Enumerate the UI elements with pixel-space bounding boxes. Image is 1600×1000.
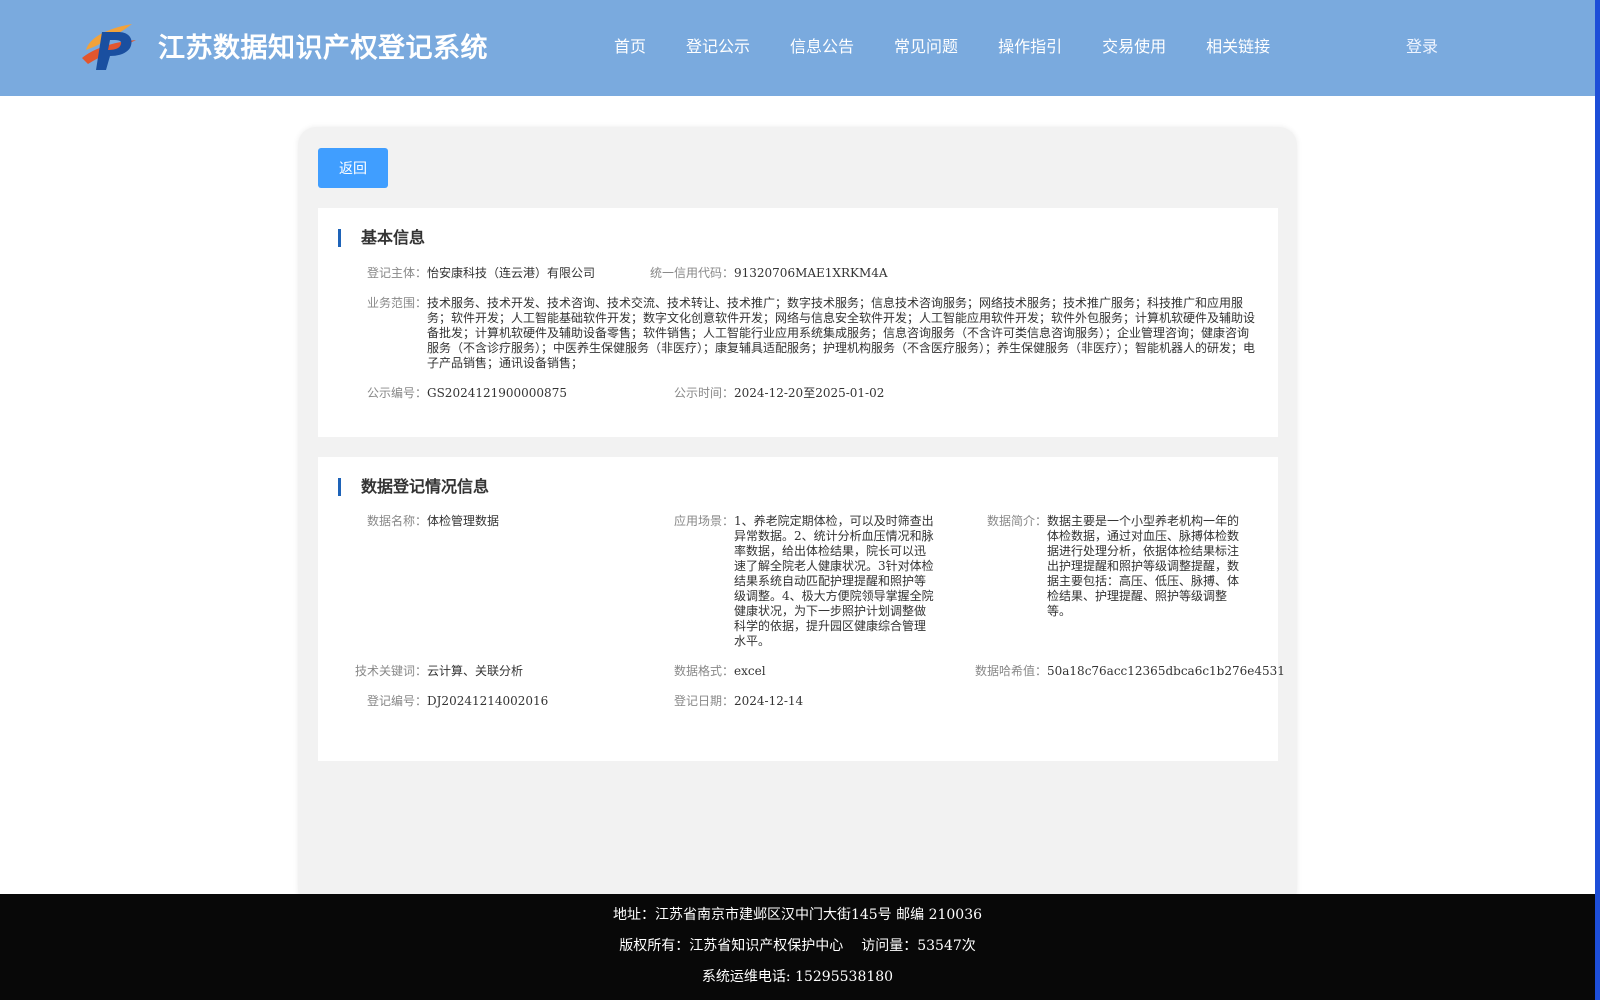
- site-title: 江苏数据知识产权登记系统: [158, 33, 488, 64]
- scene-value: 1、养老院定期体检，可以及时筛查出异常数据。2、统计分析血压情况和脉率数据，给出…: [734, 514, 934, 648]
- scrollbar[interactable]: [1595, 0, 1600, 1000]
- top-header: 江苏数据知识产权登记系统 首页 登记公示 信息公告 常见问题 操作指引 交易使用…: [0, 0, 1595, 96]
- field-reg-no: 登记编号： DJ20241214002016: [318, 694, 631, 709]
- field-intro: 数据简介： 数据主要是一个小型养老机构一年的体检数据，通过对血压、脉搏体检数据进…: [944, 514, 1278, 624]
- basic-info-card: 基本信息 登记主体： 怡安康科技（连云港）有限公司 统一信用代码： 913207…: [318, 208, 1278, 437]
- nav-announcements[interactable]: 信息公告: [790, 34, 854, 60]
- reg-date-label: 登记日期：: [673, 694, 734, 708]
- reg-date-value: 2024-12-14: [734, 694, 804, 708]
- page-footer: 地址：江苏省南京市建邺区汉中门大街145号 邮编 210036 版权所有：江苏省…: [0, 894, 1595, 1000]
- logo-icon: [82, 24, 136, 70]
- nav-links[interactable]: 相关链接: [1206, 34, 1270, 60]
- reg-no-label: 登记编号：: [366, 694, 427, 708]
- pub-time-value: 2024-12-20至2025-01-02: [734, 386, 885, 400]
- back-button[interactable]: 返回: [318, 148, 388, 188]
- field-data-name: 数据名称： 体检管理数据: [318, 514, 631, 529]
- hash-label: 数据哈希值：: [974, 664, 1047, 678]
- footer-copyright: 版权所有：江苏省知识产权保护中心: [619, 938, 844, 954]
- footer-address: 地址：江苏省南京市建邺区汉中门大街145号 邮编 210036: [612, 907, 983, 923]
- field-scene: 应用场景： 1、养老院定期体检，可以及时筛查出异常数据。2、统计分析血压情况和脉…: [631, 514, 944, 654]
- field-business-scope: 业务范围： 技术服务、技术开发、技术咨询、技术交流、技术转让、技术推广；数字技术…: [318, 296, 1278, 376]
- intro-value: 数据主要是一个小型养老机构一年的体检数据，通过对血压、脉搏体检数据进行处理分析，…: [1047, 514, 1240, 618]
- scope-value: 技术服务、技术开发、技术咨询、技术交流、技术转让、技术推广；数字技术服务；信息技…: [427, 296, 1256, 370]
- nav-registration-notice[interactable]: 登记公示: [686, 34, 750, 60]
- main-nav: 首页 登记公示 信息公告 常见问题 操作指引 交易使用 相关链接: [614, 34, 1310, 60]
- pub-time-label: 公示时间：: [673, 386, 734, 400]
- scene-label: 应用场景：: [673, 514, 734, 528]
- field-reg-date: 登记日期： 2024-12-14: [631, 694, 944, 709]
- field-format: 数据格式： excel: [631, 664, 944, 679]
- data-name-label: 数据名称：: [366, 514, 427, 528]
- footer-phone: 系统运维电话: 15295538180: [701, 969, 894, 985]
- field-credit-code: 统一信用代码： 91320706MAE1XRKM4A: [318, 266, 1278, 281]
- nav-trading[interactable]: 交易使用: [1102, 34, 1166, 60]
- reg-no-value: DJ20241214002016: [427, 694, 549, 708]
- section-title-basic: 基本信息: [338, 229, 425, 247]
- field-pub-time: 公示时间： 2024-12-20至2025-01-02: [318, 386, 1278, 401]
- nav-faq[interactable]: 常见问题: [894, 34, 958, 60]
- hash-value: 50a18c76acc12365dbca6c1b276e4531: [1047, 664, 1285, 678]
- section-title-data: 数据登记情况信息: [338, 478, 489, 496]
- footer-visits: 访问量：53547次: [861, 938, 976, 954]
- format-value: excel: [734, 664, 766, 678]
- format-label: 数据格式：: [673, 664, 734, 678]
- field-hash: 数据哈希值： 50a18c76acc12365dbca6c1b276e4531: [944, 664, 1285, 679]
- detail-panel: 返回 基本信息 登记主体： 怡安康科技（连云港）有限公司 统一信用代码： 913…: [298, 127, 1297, 907]
- data-registration-card: 数据登记情况信息 数据名称： 体检管理数据 应用场景： 1、养老院定期体检，可以…: [318, 457, 1285, 761]
- credit-label: 统一信用代码：: [649, 266, 734, 280]
- login-link[interactable]: 登录: [1406, 34, 1438, 60]
- keywords-value: 云计算、关联分析: [427, 664, 524, 678]
- scope-label: 业务范围：: [366, 296, 427, 310]
- field-keywords: 技术关键词： 云计算、关联分析: [318, 664, 631, 679]
- credit-value: 91320706MAE1XRKM4A: [734, 266, 888, 280]
- footer-copyright-line: 版权所有：江苏省知识产权保护中心 访问量：53547次: [0, 935, 1595, 955]
- data-name-value: 体检管理数据: [427, 514, 500, 528]
- nav-guide[interactable]: 操作指引: [998, 34, 1062, 60]
- intro-label: 数据简介：: [986, 514, 1047, 528]
- keywords-label: 技术关键词：: [354, 664, 427, 678]
- nav-home[interactable]: 首页: [614, 34, 646, 60]
